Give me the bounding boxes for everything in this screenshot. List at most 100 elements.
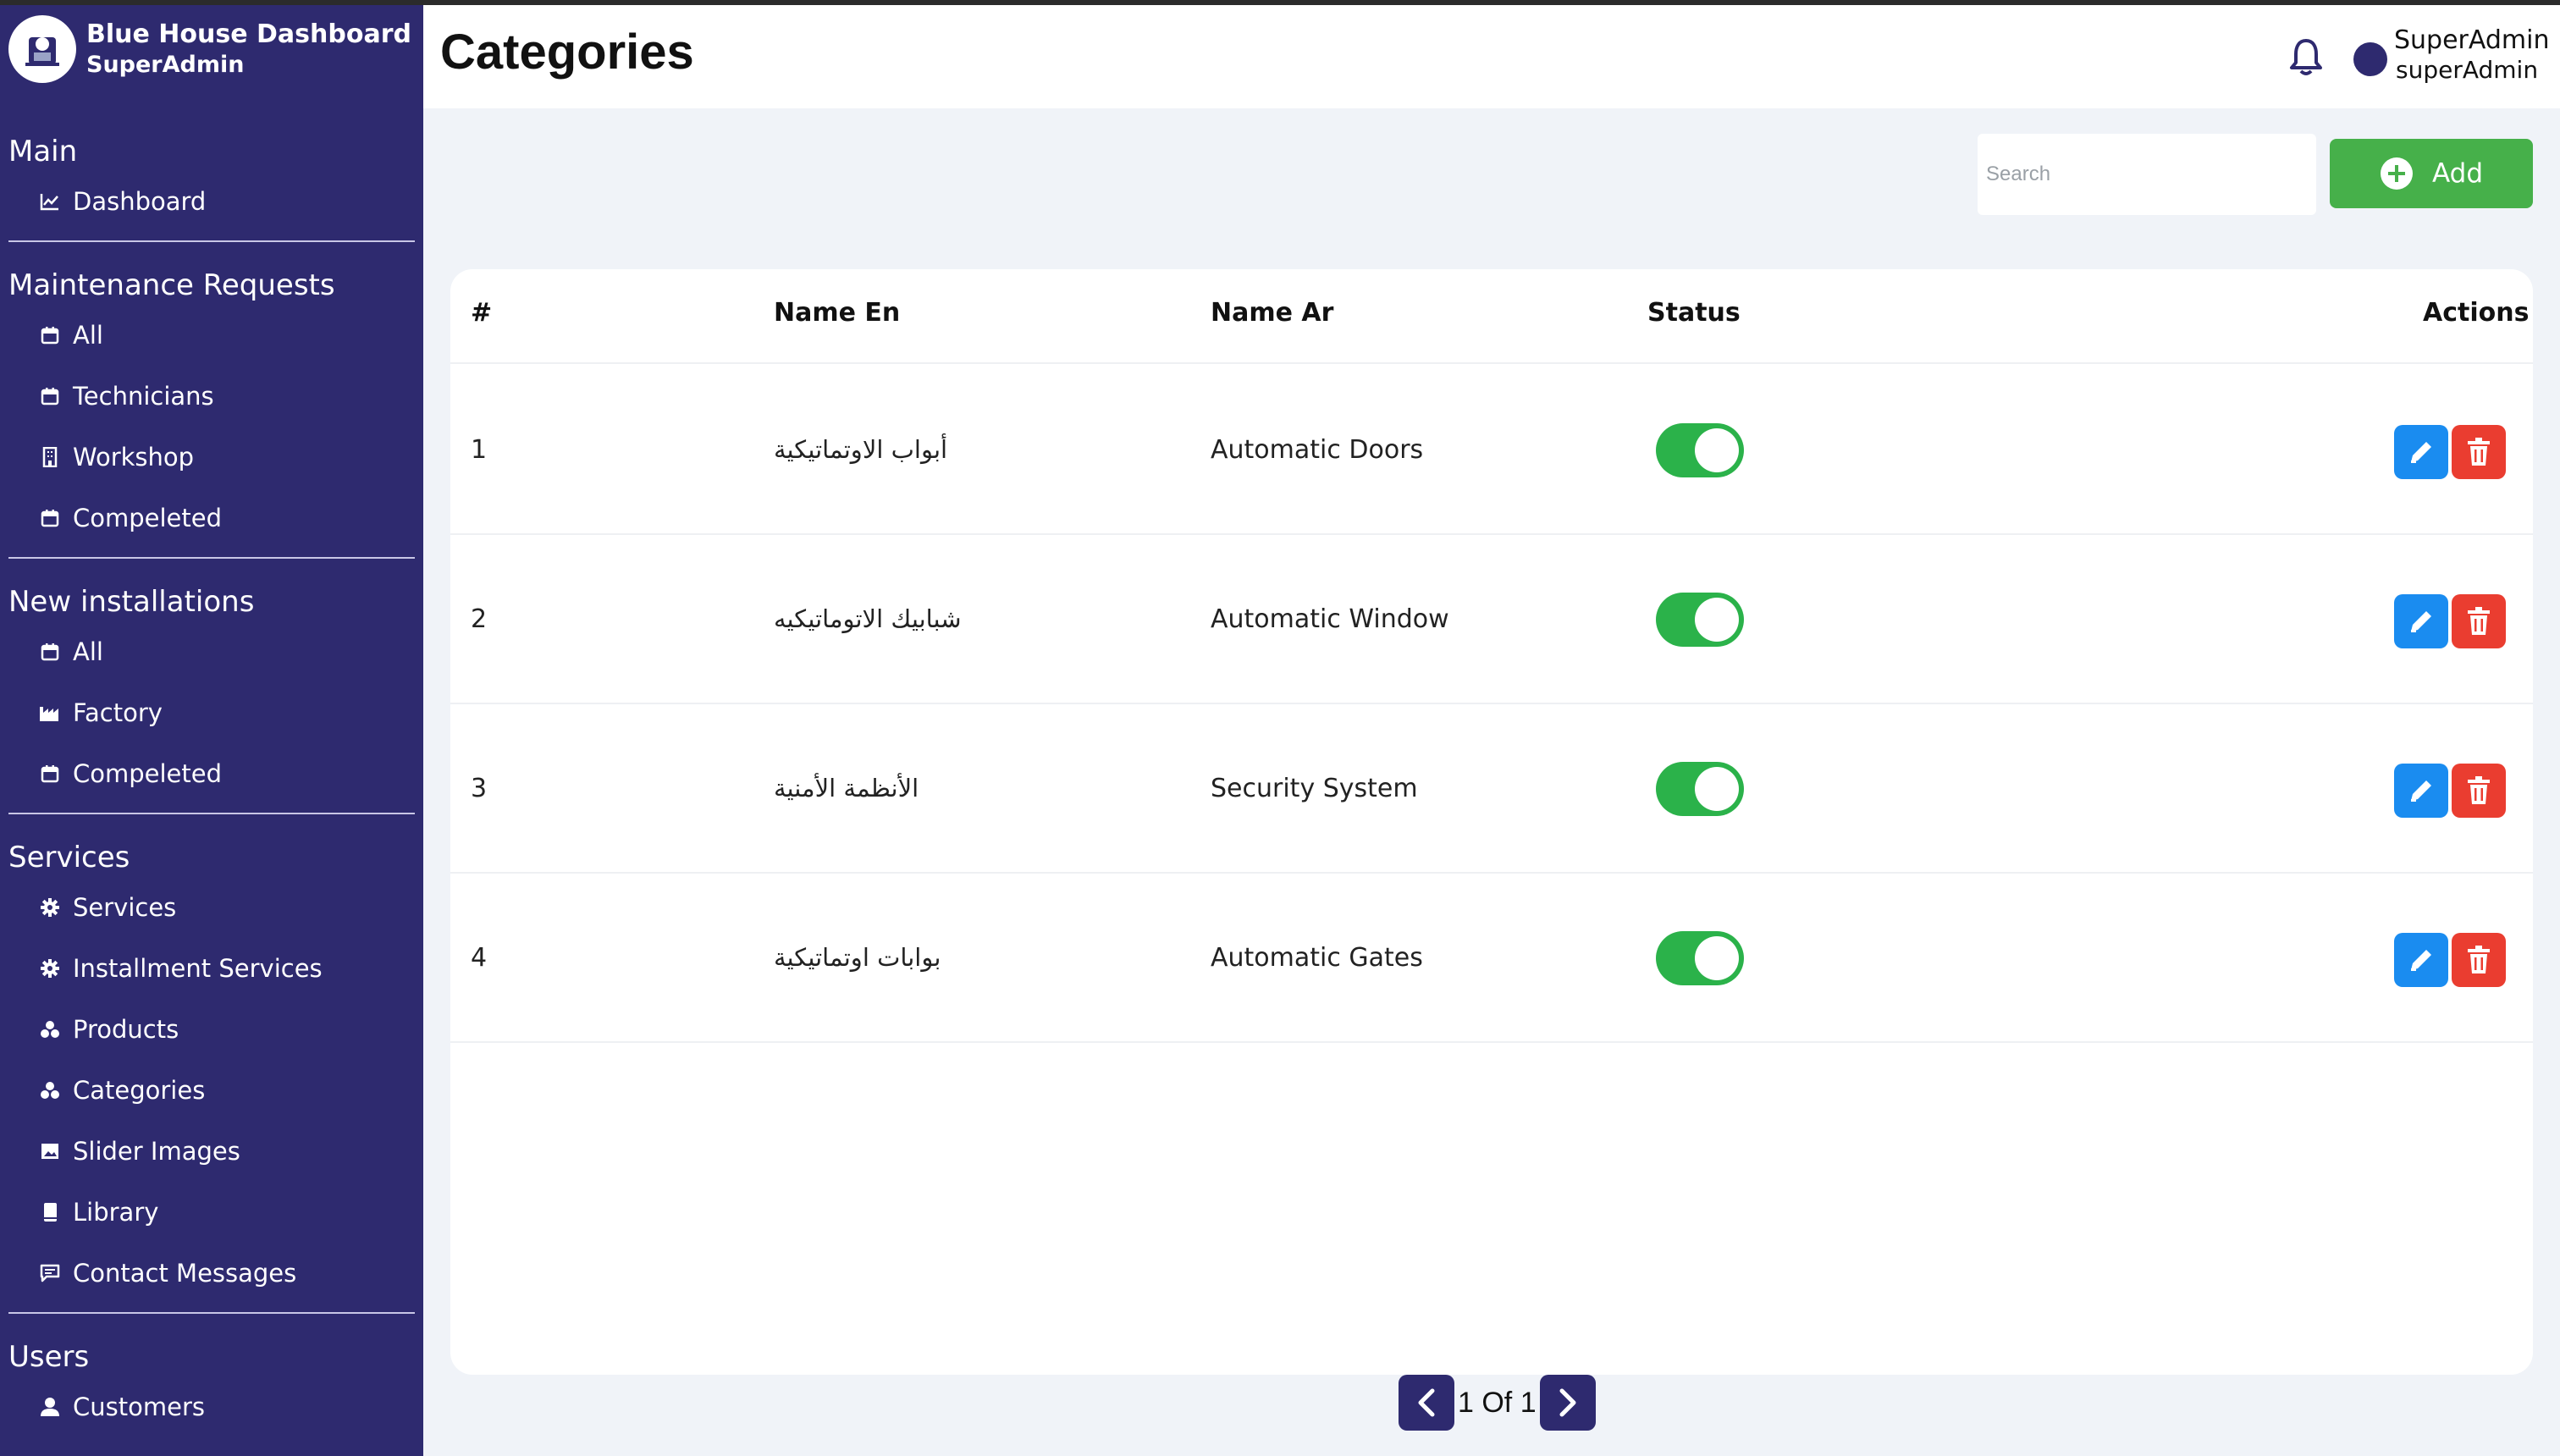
table-row: 2 شبابيك الاتوماتيكيه Automatic Window: [450, 535, 2533, 704]
sidebar-item-products[interactable]: Products: [8, 999, 415, 1060]
search-input[interactable]: [1978, 134, 2316, 215]
row-name-en: أبواب الاوتماتيكية: [774, 435, 948, 464]
sidebar-item-label: Compeleted: [73, 504, 223, 532]
calendar-icon: [36, 640, 64, 664]
sidebar-item-label: All: [73, 637, 103, 666]
nav-section-title: Maintenance Requests: [8, 268, 335, 302]
sidebar-item-label: Products: [73, 1015, 179, 1044]
trash-icon: [2468, 438, 2490, 466]
sidebar-item-label: Technicians: [73, 382, 214, 411]
sidebar-item-label: Customers: [73, 1393, 205, 1421]
gear-icon: [36, 896, 64, 919]
edit-button[interactable]: [2394, 933, 2448, 987]
nav-section-new-installations: New installations All Factory Compeleted: [8, 582, 415, 814]
sidebar-item-installment-services[interactable]: Installment Services: [8, 938, 415, 999]
column-header-number: #: [471, 298, 493, 328]
sidebar-item-technicians[interactable]: Technicians: [8, 366, 415, 427]
user-avatar[interactable]: [2353, 42, 2387, 76]
calendar-icon: [36, 506, 64, 530]
sidebar-item-compeleted[interactable]: Compeleted: [8, 488, 415, 549]
sidebar-item-dashboard[interactable]: Dashboard: [8, 171, 415, 232]
edit-button[interactable]: [2394, 594, 2448, 648]
notification-bell-icon[interactable]: [2287, 36, 2325, 78]
column-header-name-en: Name En: [774, 298, 901, 328]
sidebar-item-workshop[interactable]: Workshop: [8, 427, 415, 488]
sidebar-item-label: Installment Services: [73, 954, 323, 983]
status-toggle[interactable]: [1656, 423, 1744, 477]
column-header-actions: Actions: [2423, 298, 2530, 328]
brand-title: Blue House Dashboard: [86, 19, 411, 49]
row-name-ar: Automatic Window: [1211, 604, 1449, 634]
sidebar-item-library[interactable]: Library: [8, 1182, 415, 1243]
gear-icon: [36, 957, 64, 980]
add-button[interactable]: Add: [2330, 139, 2533, 208]
plus-circle-icon: [2380, 157, 2413, 190]
sidebar-item-services[interactable]: Services: [8, 877, 415, 938]
sidebar-item-label: Dashboard: [73, 187, 207, 216]
nav-section-services: Services Services Installment Services Prod…: [8, 838, 415, 1314]
toggle-knob: [1695, 598, 1739, 642]
table-row: 4 بوابات اوتماتيكية Automatic Gates: [450, 874, 2533, 1043]
sidebar-item-label: Workshop: [73, 443, 195, 472]
status-toggle[interactable]: [1656, 762, 1744, 816]
shapes-icon: [36, 1078, 64, 1102]
user-role: superAdmin: [2396, 56, 2539, 84]
row-number: 3: [471, 774, 488, 803]
column-header-status: Status: [1647, 298, 1741, 328]
sidebar-item-factory[interactable]: Factory: [8, 682, 415, 743]
table-row: 1 أبواب الاوتماتيكية Automatic Doors: [450, 366, 2533, 535]
status-toggle[interactable]: [1656, 931, 1744, 985]
sidebar-item-compeleted[interactable]: Compeleted: [8, 743, 415, 804]
calendar-icon: [36, 323, 64, 347]
shapes-icon: [36, 1018, 64, 1041]
nav-section-title: Main: [8, 135, 78, 168]
sidebar-item-contact-messages[interactable]: Contact Messages: [8, 1243, 415, 1304]
message-icon: [36, 1261, 64, 1285]
delete-button[interactable]: [2452, 594, 2506, 648]
column-header-name-ar: Name Ar: [1211, 298, 1334, 328]
calendar-icon: [36, 762, 64, 786]
next-page-button[interactable]: [1539, 1375, 1596, 1431]
sidebar-nav: Main Dashboard Maintenance Requests All Tech…: [0, 132, 423, 1456]
sidebar-item-all[interactable]: All: [8, 621, 415, 682]
user-name[interactable]: SuperAdmin: [2394, 25, 2550, 56]
trash-icon: [2468, 776, 2490, 804]
sidebar-item-categories[interactable]: Categories: [8, 1060, 415, 1121]
delete-button[interactable]: [2452, 764, 2506, 818]
table-header: # Name En Name Ar Status Actions: [450, 269, 2533, 364]
prev-page-button[interactable]: [1399, 1375, 1454, 1431]
categories-table: # Name En Name Ar Status Actions 1 أبواب …: [450, 269, 2533, 1375]
trash-icon: [2468, 607, 2490, 635]
row-number: 1: [471, 435, 488, 465]
sidebar-item-label: Categories: [73, 1076, 206, 1105]
pencil-icon: [2411, 780, 2431, 802]
sidebar-item-label: Services: [73, 893, 177, 922]
delete-button[interactable]: [2452, 933, 2506, 987]
nav-section-maintenance-requests: Maintenance Requests All Technicians Worksh…: [8, 266, 415, 559]
pencil-icon: [2411, 442, 2431, 463]
sidebar-item-customers[interactable]: Customers: [8, 1376, 415, 1437]
toggle-knob: [1695, 767, 1739, 811]
top-header: Categories SuperAdmin superAdmin: [423, 5, 2560, 108]
page-title: Categories: [440, 25, 694, 80]
sidebar-item-label: Factory: [73, 698, 163, 727]
edit-button[interactable]: [2394, 425, 2448, 479]
nav-section-main: Main Dashboard: [8, 132, 415, 242]
row-name-en: الأنظمة الأمنية: [774, 774, 919, 802]
person-icon: [36, 1395, 64, 1419]
row-name-ar: Security System: [1211, 774, 1418, 803]
delete-button[interactable]: [2452, 425, 2506, 479]
edit-button[interactable]: [2394, 764, 2448, 818]
sidebar-item-label: Library: [73, 1198, 159, 1227]
row-name-ar: Automatic Doors: [1211, 435, 1424, 465]
brand-logo: [8, 15, 76, 83]
sidebar-item-slider-images[interactable]: Slider Images: [8, 1121, 415, 1182]
sidebar-item-label: Compeleted: [73, 759, 223, 788]
sidebar-item-all[interactable]: All: [8, 305, 415, 366]
factory-icon: [36, 701, 64, 725]
row-number: 4: [471, 943, 488, 973]
page-indicator: 1 Of 1: [1458, 1386, 1537, 1419]
nav-section-users: Users Customers: [8, 1337, 415, 1446]
status-toggle[interactable]: [1656, 593, 1744, 647]
book-icon: [36, 1200, 64, 1224]
